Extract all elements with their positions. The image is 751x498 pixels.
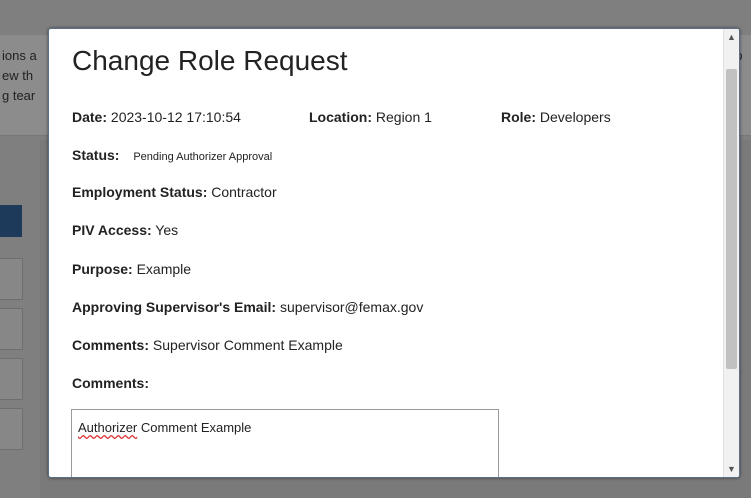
- background-sidebar-button: [0, 205, 22, 237]
- background-text-line: g tear: [2, 88, 36, 103]
- purpose-value: Example: [136, 261, 192, 277]
- modal-scrollbar[interactable]: ▲ ▼: [723, 29, 739, 477]
- piv-access-value: Yes: [155, 222, 179, 238]
- location-field: Location: Region 1: [309, 109, 432, 125]
- background-sidebar-item: [0, 408, 23, 450]
- status-label: Status:: [72, 147, 120, 163]
- spellcheck-word: Authorizer: [78, 420, 138, 435]
- status-field: Status: Pending Authorizer Approval: [72, 147, 272, 163]
- role-label: Role:: [501, 109, 536, 125]
- location-value: Region 1: [375, 109, 432, 125]
- authorizer-comment-textarea[interactable]: Authorizer Comment Example: [71, 409, 499, 477]
- supervisor-email-field: Approving Supervisor's Email: supervisor…: [72, 299, 423, 315]
- location-label: Location:: [309, 109, 372, 125]
- background-sidebar-item: [0, 258, 23, 300]
- scroll-down-icon[interactable]: ▼: [724, 461, 739, 477]
- employment-status-label: Employment Status:: [72, 184, 208, 200]
- status-value: Pending Authorizer Approval: [133, 151, 273, 163]
- supervisor-comments-value: Supervisor Comment Example: [152, 337, 343, 353]
- piv-access-label: PIV Access:: [72, 222, 152, 238]
- piv-access-field: PIV Access: Yes: [72, 222, 178, 238]
- supervisor-email-label: Approving Supervisor's Email:: [72, 299, 277, 315]
- background-sidebar-item: [0, 358, 23, 400]
- supervisor-email-value: supervisor@femax.gov: [279, 299, 424, 315]
- background-sidebar-item: [0, 308, 23, 350]
- employment-status-value: Contractor: [211, 184, 277, 200]
- background-text-line: ions a: [2, 48, 37, 63]
- scroll-up-icon[interactable]: ▲: [724, 29, 739, 45]
- role-value: Developers: [539, 109, 611, 125]
- supervisor-comments-label: Comments:: [72, 337, 150, 353]
- authorizer-comments-field: Comments:: [72, 375, 149, 391]
- scrollbar-thumb[interactable]: [726, 69, 737, 369]
- purpose-field: Purpose: Example: [72, 261, 191, 277]
- modal-title: Change Role Request: [72, 45, 348, 76]
- background-text-line: ew th: [2, 68, 34, 83]
- authorizer-comments-label: Comments:: [72, 375, 150, 391]
- role-field: Role: Developers: [501, 109, 611, 125]
- authorizer-comment-text: Comment Example: [137, 420, 252, 435]
- purpose-label: Purpose:: [72, 261, 133, 277]
- date-label: Date:: [72, 109, 108, 125]
- change-role-request-modal: Change Role Request Date: 2023-10-12 17:…: [48, 28, 740, 478]
- supervisor-comments-field: Comments: Supervisor Comment Example: [72, 337, 343, 353]
- request-meta-row: Date: 2023-10-12 17:10:54: [72, 109, 241, 125]
- date-value: 2023-10-12 17:10:54: [110, 109, 241, 125]
- employment-status-field: Employment Status: Contractor: [72, 184, 277, 200]
